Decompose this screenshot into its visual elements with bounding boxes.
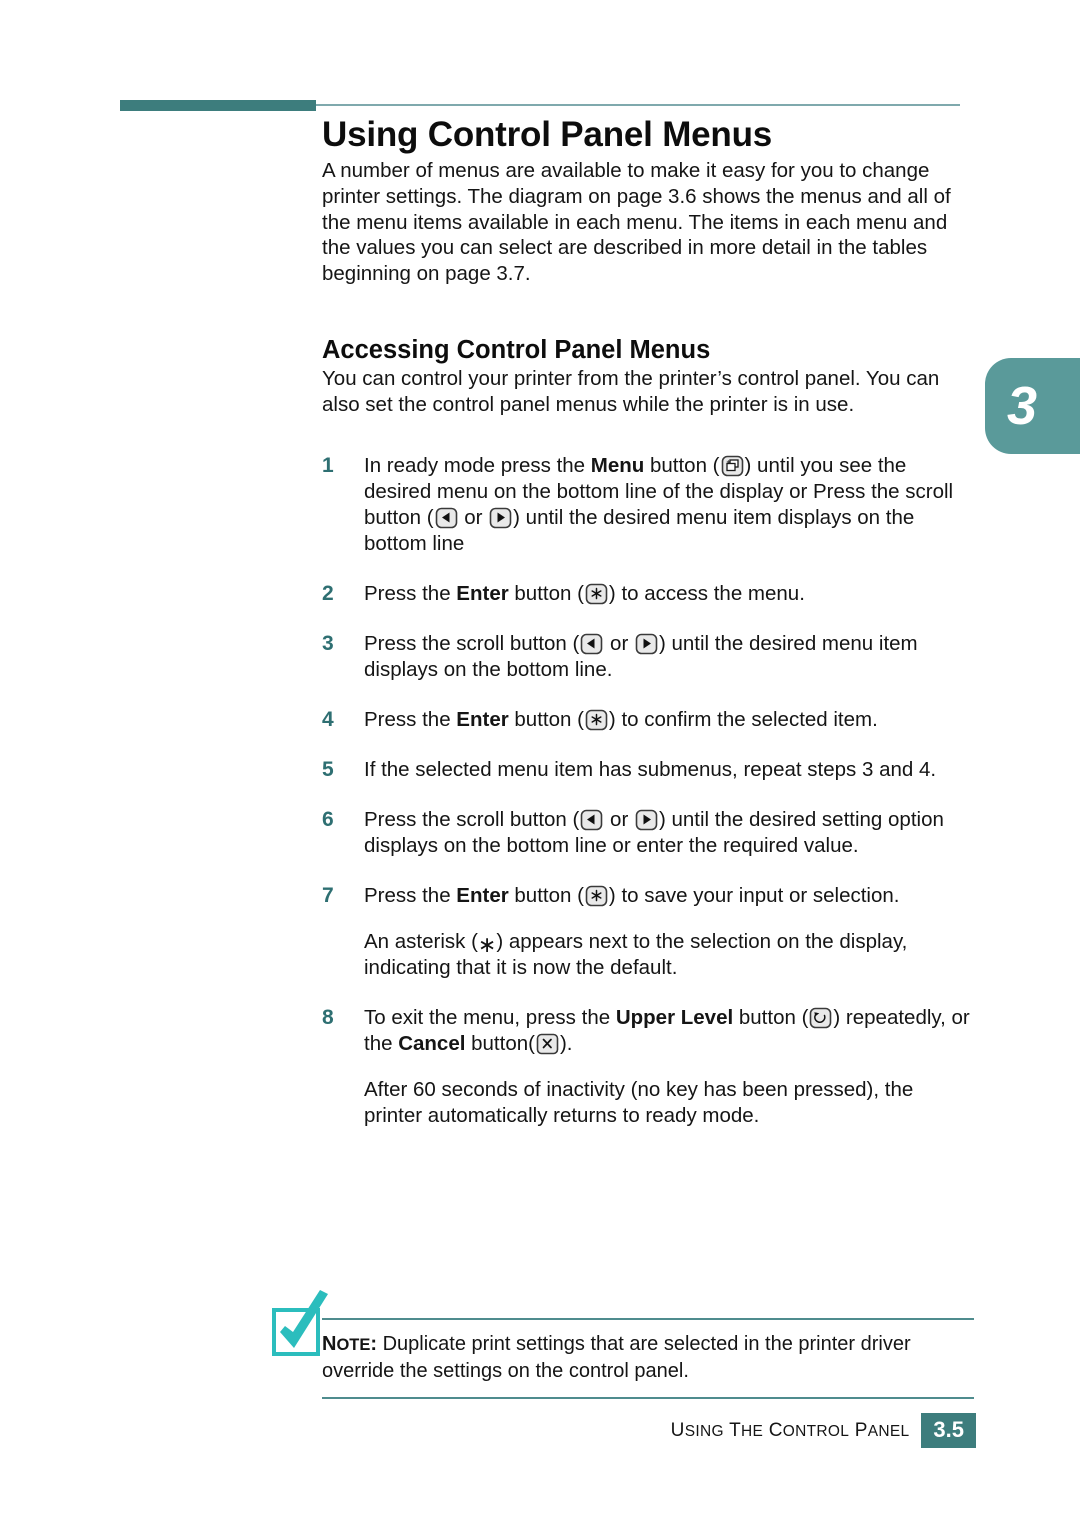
scroll-left-key-icon: [435, 507, 458, 529]
emphasized-term: Cancel: [398, 1031, 466, 1055]
note-label: NOTE:: [322, 1333, 378, 1355]
chapter-tab: 3: [985, 358, 1080, 454]
step-number: 4: [322, 707, 334, 731]
section-heading: Accessing Control Panel Menus: [322, 335, 711, 364]
step-item: 7 Press the Enter button () to save your …: [322, 883, 974, 909]
step-text: Press the scroll button ( or ) until the…: [364, 631, 918, 681]
step-number: 1: [322, 453, 334, 477]
footer-word-rest: ANEL: [867, 1422, 910, 1440]
step-sub-paragraph: An asterisk (∗) appears next to the sele…: [364, 929, 908, 979]
step-number: 6: [322, 807, 334, 831]
step-item: 8 To exit the menu, press the Upper Level…: [322, 1005, 974, 1057]
step-item: 6 Press the scroll button ( or ) until th…: [322, 807, 974, 859]
emphasized-term: Enter: [456, 707, 509, 731]
step-text: In ready mode press the Menu button (*) …: [364, 453, 954, 555]
footer-word-rest: ONTROL: [782, 1422, 850, 1440]
page-footer: USING THE CONTROL PANEL 3.5: [0, 1413, 1080, 1457]
step-number: 2: [322, 581, 334, 605]
note-body: Duplicate print settings that are select…: [322, 1333, 911, 1382]
note-bottom-rule: [322, 1397, 974, 1399]
header-rule-thick-segment: [120, 100, 316, 111]
step-text: Press the Enter button () to confirm the…: [364, 707, 878, 731]
note-text: NOTE: Duplicate print settings that are …: [322, 1320, 974, 1397]
scroll-right-key-icon: [635, 809, 658, 831]
page-title: Using Control Panel Menus: [322, 115, 773, 154]
step-item: 1 In ready mode press the Menu button (*)…: [322, 453, 974, 557]
header-rule: [120, 100, 960, 112]
footer-word-cap: C: [768, 1419, 783, 1441]
section-lead-paragraph: You can control your printer from the pr…: [322, 366, 940, 416]
enter-key-icon: [585, 885, 608, 907]
footer-word-cap: P: [854, 1419, 868, 1441]
svg-text:*: *: [726, 459, 731, 469]
step-text: Press the scroll button ( or ) until the…: [364, 807, 944, 857]
menu-key-icon: *: [721, 455, 744, 477]
scroll-right-key-icon: [489, 507, 512, 529]
footer-word-rest: SING: [684, 1422, 724, 1440]
enter-key-icon: [585, 709, 608, 731]
footer-page-number: 3.5: [921, 1413, 976, 1448]
scroll-left-key-icon: [580, 633, 603, 655]
step-item: 5 If the selected menu item has submenus,…: [322, 757, 974, 783]
header-rule-thin-segment: [316, 104, 960, 106]
note-box: NOTE: Duplicate print settings that are …: [322, 1318, 974, 1399]
emphasized-term: Menu: [590, 453, 645, 477]
step-text: Press the Enter button () to save your i…: [364, 883, 900, 907]
step-text: Press the Enter button () to access the …: [364, 581, 805, 605]
scroll-right-key-icon: [635, 633, 658, 655]
step-text: To exit the menu, press the Upper Level …: [364, 1005, 970, 1055]
step-text: If the selected menu item has submenus, …: [364, 757, 937, 781]
step-item: 2 Press the Enter button () to access the…: [322, 581, 974, 607]
step-item: 4 Press the Enter button () to confirm th…: [322, 707, 974, 733]
intro-paragraph: A number of menus are available to make …: [322, 159, 951, 286]
content-column: Using Control Panel Menus A number of me…: [322, 112, 974, 1153]
emphasized-term: Upper Level: [615, 1005, 734, 1029]
step-item: 3 Press the scroll button ( or ) until th…: [322, 631, 974, 683]
step-number: 5: [322, 757, 334, 781]
step-number: 7: [322, 883, 334, 907]
step-sub-paragraph: After 60 seconds of inactivity (no key h…: [364, 1077, 914, 1127]
upper-level-key-icon: [809, 1007, 832, 1029]
steps-list: 1 In ready mode press the Menu button (*)…: [322, 453, 974, 1129]
step-number: 3: [322, 631, 334, 655]
footer-label: USING THE CONTROL PANEL: [671, 1420, 910, 1442]
enter-key-icon: [585, 583, 608, 605]
footer-word-cap: U: [670, 1419, 685, 1441]
scroll-left-key-icon: [580, 809, 603, 831]
emphasized-term: Enter: [456, 581, 509, 605]
document-page: 3 Using Control Panel Menus A number of …: [0, 0, 1080, 1526]
emphasized-term: Enter: [456, 883, 509, 907]
footer-word-cap: T: [729, 1419, 741, 1441]
cancel-key-icon: [536, 1033, 559, 1055]
footer-word-rest: HE: [740, 1422, 764, 1440]
step-number: 8: [322, 1005, 334, 1029]
